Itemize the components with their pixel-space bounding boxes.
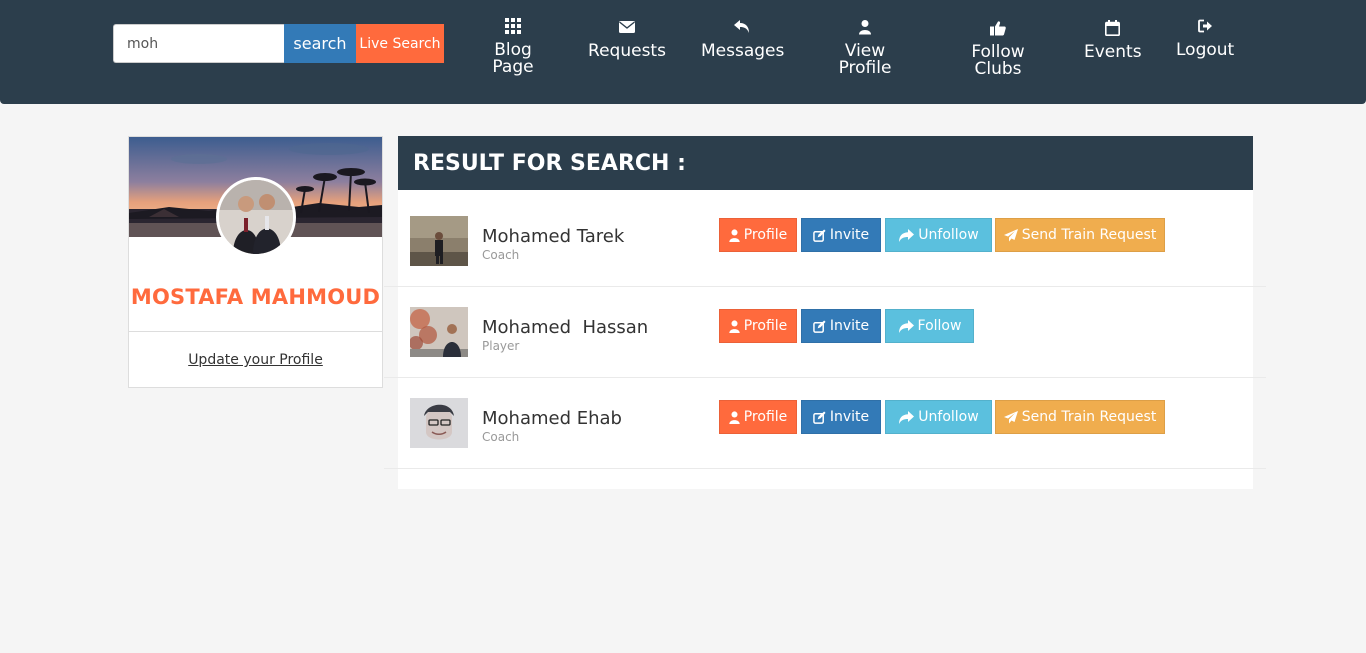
result-row: Mohamed Ehab Coach Profile Invite Unfoll…	[398, 372, 1253, 463]
live-search-button[interactable]: Live Search	[356, 24, 444, 63]
grid-icon	[505, 18, 521, 34]
thumbs-up-icon	[990, 21, 1006, 36]
send-train-request-button[interactable]: Send Train Request	[995, 400, 1165, 434]
nav-events-label: Events	[1084, 42, 1142, 62]
profile-button-label: Profile	[743, 318, 788, 334]
profile-button[interactable]: Profile	[719, 400, 797, 434]
unfollow-button-label: Unfollow	[918, 227, 979, 243]
nav-messages-label: Messages	[701, 41, 785, 61]
search-button[interactable]: search	[284, 24, 356, 63]
send-train-request-label: Send Train Request	[1021, 409, 1157, 425]
nav-requests-label: Requests	[588, 41, 666, 61]
result-avatar	[410, 216, 468, 266]
logout-icon	[1197, 19, 1212, 33]
unfollow-button[interactable]: Unfollow	[885, 218, 992, 252]
edit-icon	[813, 410, 826, 424]
nav-blog-page-label: Blog Page	[492, 40, 534, 77]
edit-icon	[813, 319, 826, 333]
profile-button[interactable]: Profile	[719, 309, 797, 343]
calendar-icon	[1104, 20, 1120, 36]
follow-button[interactable]: Follow	[885, 309, 974, 343]
top-navbar: search Live Search Blog Page Requests Me…	[0, 0, 1366, 104]
result-name: Mohamed Ehab	[482, 408, 622, 429]
nav-logout[interactable]: Logout	[1176, 18, 1234, 59]
profile-name: MOSTAFA MAHMOUD	[130, 285, 381, 309]
send-train-request-button[interactable]: Send Train Request	[995, 218, 1165, 252]
reply-icon	[734, 20, 749, 33]
nav-logout-label: Logout	[1176, 40, 1235, 60]
user-icon	[859, 20, 871, 35]
invite-button[interactable]: Invite	[801, 218, 881, 252]
nav-blog-page[interactable]: Blog Page	[487, 18, 539, 76]
result-role: Coach	[482, 248, 520, 262]
user-icon	[729, 410, 740, 424]
profile-avatar	[216, 177, 296, 257]
results-header: RESULT FOR SEARCH :	[398, 136, 1253, 190]
nav-requests[interactable]: Requests	[588, 19, 666, 60]
results-title: RESULT FOR SEARCH :	[413, 151, 686, 176]
envelope-icon	[619, 21, 635, 33]
invite-button[interactable]: Invite	[801, 400, 881, 434]
send-train-request-label: Send Train Request	[1021, 227, 1157, 243]
profile-button-label: Profile	[743, 227, 788, 243]
result-role: Coach	[482, 430, 520, 444]
share-icon	[898, 319, 914, 333]
nav-view-profile[interactable]: View Profile	[834, 19, 896, 77]
profile-button-label: Profile	[743, 409, 788, 425]
paper-plane-icon	[1003, 410, 1018, 423]
follow-button-label: Follow	[917, 318, 962, 334]
search-input[interactable]	[113, 24, 284, 63]
update-profile-link[interactable]: Update your Profile	[129, 352, 382, 368]
invite-button-label: Invite	[829, 227, 870, 243]
paper-plane-icon	[1003, 228, 1018, 241]
nav-follow-clubs[interactable]: Follow Clubs	[967, 20, 1029, 78]
nav-messages[interactable]: Messages	[701, 19, 785, 61]
nav-follow-clubs-label: Follow Clubs	[971, 42, 1025, 79]
share-icon	[899, 228, 915, 242]
unfollow-button-label: Unfollow	[918, 409, 979, 425]
nav-events[interactable]: Events	[1084, 20, 1142, 62]
result-role: Player	[482, 339, 520, 353]
invite-button-label: Invite	[829, 318, 870, 334]
invite-button[interactable]: Invite	[801, 309, 881, 343]
share-icon	[899, 410, 915, 424]
nav-view-profile-label: View Profile	[838, 41, 892, 78]
card-divider	[129, 331, 382, 332]
result-name: Mohamed Hassan	[482, 317, 649, 338]
unfollow-button[interactable]: Unfollow	[885, 400, 992, 434]
profile-card: MOSTAFA MAHMOUD Update your Profile	[128, 136, 383, 388]
user-icon	[729, 228, 740, 242]
user-icon	[729, 319, 740, 333]
edit-icon	[813, 228, 826, 242]
row-divider	[384, 468, 1266, 469]
result-row: Mohamed Tarek Coach Profile Invite Unfol…	[398, 190, 1253, 281]
profile-button[interactable]: Profile	[719, 218, 797, 252]
result-avatar	[410, 398, 468, 448]
result-avatar	[410, 307, 468, 357]
result-name: Mohamed Tarek	[482, 226, 625, 247]
invite-button-label: Invite	[829, 409, 870, 425]
result-row: Mohamed Hassan Player Profile Invite Fol…	[398, 281, 1253, 372]
